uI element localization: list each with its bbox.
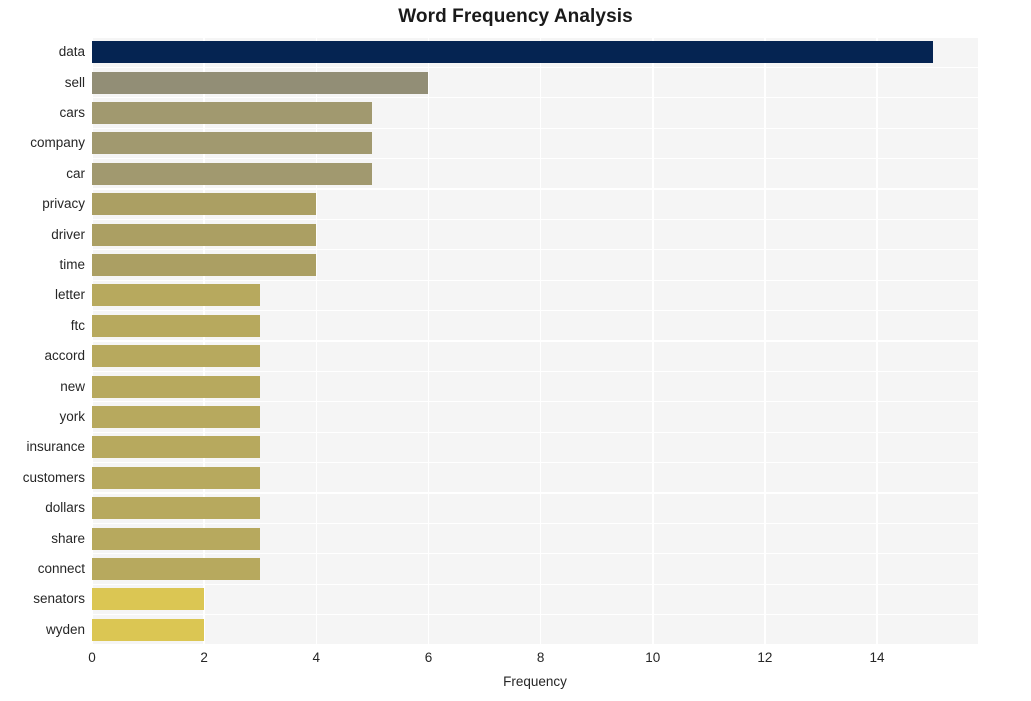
x-axis-tick-label: 12 (757, 650, 773, 665)
bar (92, 618, 205, 641)
bar (92, 102, 373, 124)
y-axis-tick-label: ftc (70, 317, 85, 333)
bar (92, 375, 261, 398)
bar (92, 71, 429, 94)
y-axis-tick-label: privacy (42, 196, 85, 212)
x-axis-tick-label: 2 (200, 650, 208, 665)
chart-figure: Word Frequency Analysis data sell cars comp… (0, 0, 1031, 701)
bar (92, 223, 317, 246)
y-axis-tick-label: letter (54, 287, 85, 303)
bar (92, 162, 373, 185)
y-axis-tick-label: sell (64, 74, 85, 90)
y-axis-tick-label: senators (33, 591, 85, 607)
plot-area (92, 37, 978, 645)
y-axis-tick-labels: data sell cars company car privacy driver time l… (0, 37, 85, 645)
bar (92, 314, 261, 337)
y-axis-tick-label: connect (37, 561, 85, 576)
y-axis-tick-label: time (59, 257, 85, 272)
x-axis-tick-label: 6 (424, 650, 433, 665)
y-axis-tick-label: dollars (45, 500, 85, 516)
bar (92, 345, 261, 368)
x-axis-tick-labels: 0 2 4 6 8 10 12 14 (0, 650, 1031, 672)
y-axis-tick-label: york (59, 409, 85, 424)
bar (92, 41, 934, 64)
bar (92, 558, 261, 580)
bar (92, 466, 261, 489)
y-axis-tick-label: share (51, 530, 85, 546)
x-axis-title: Frequency (503, 674, 567, 689)
chart-title: Word Frequency Analysis (398, 6, 633, 27)
y-axis-tick-label: wyden (45, 621, 85, 637)
bar (92, 588, 205, 611)
y-axis-tick-label: customers (22, 469, 85, 485)
x-axis-tick-label: 4 (312, 650, 321, 665)
y-axis-tick-label: new (60, 378, 85, 394)
bar (92, 497, 261, 520)
y-axis-tick-label: cars (59, 105, 85, 120)
y-axis-tick-label: company (30, 135, 85, 151)
bar-series (92, 37, 978, 645)
y-axis-tick-label: insurance (26, 439, 85, 455)
x-axis-tick-label: 10 (645, 650, 661, 665)
bar (92, 193, 317, 216)
x-axis-tick-label: 8 (536, 650, 545, 665)
bar (92, 132, 373, 155)
bar (92, 436, 261, 459)
y-axis-tick-label: car (66, 165, 85, 181)
x-axis-tick-label: 0 (88, 650, 96, 665)
bar (92, 284, 261, 307)
bar (92, 254, 317, 276)
x-axis-tick-label: 14 (869, 650, 885, 665)
y-axis-tick-label: data (58, 44, 85, 60)
y-axis-tick-label: driver (51, 226, 85, 242)
bar (92, 406, 261, 428)
y-axis-tick-label: accord (44, 348, 85, 364)
bar (92, 527, 261, 550)
